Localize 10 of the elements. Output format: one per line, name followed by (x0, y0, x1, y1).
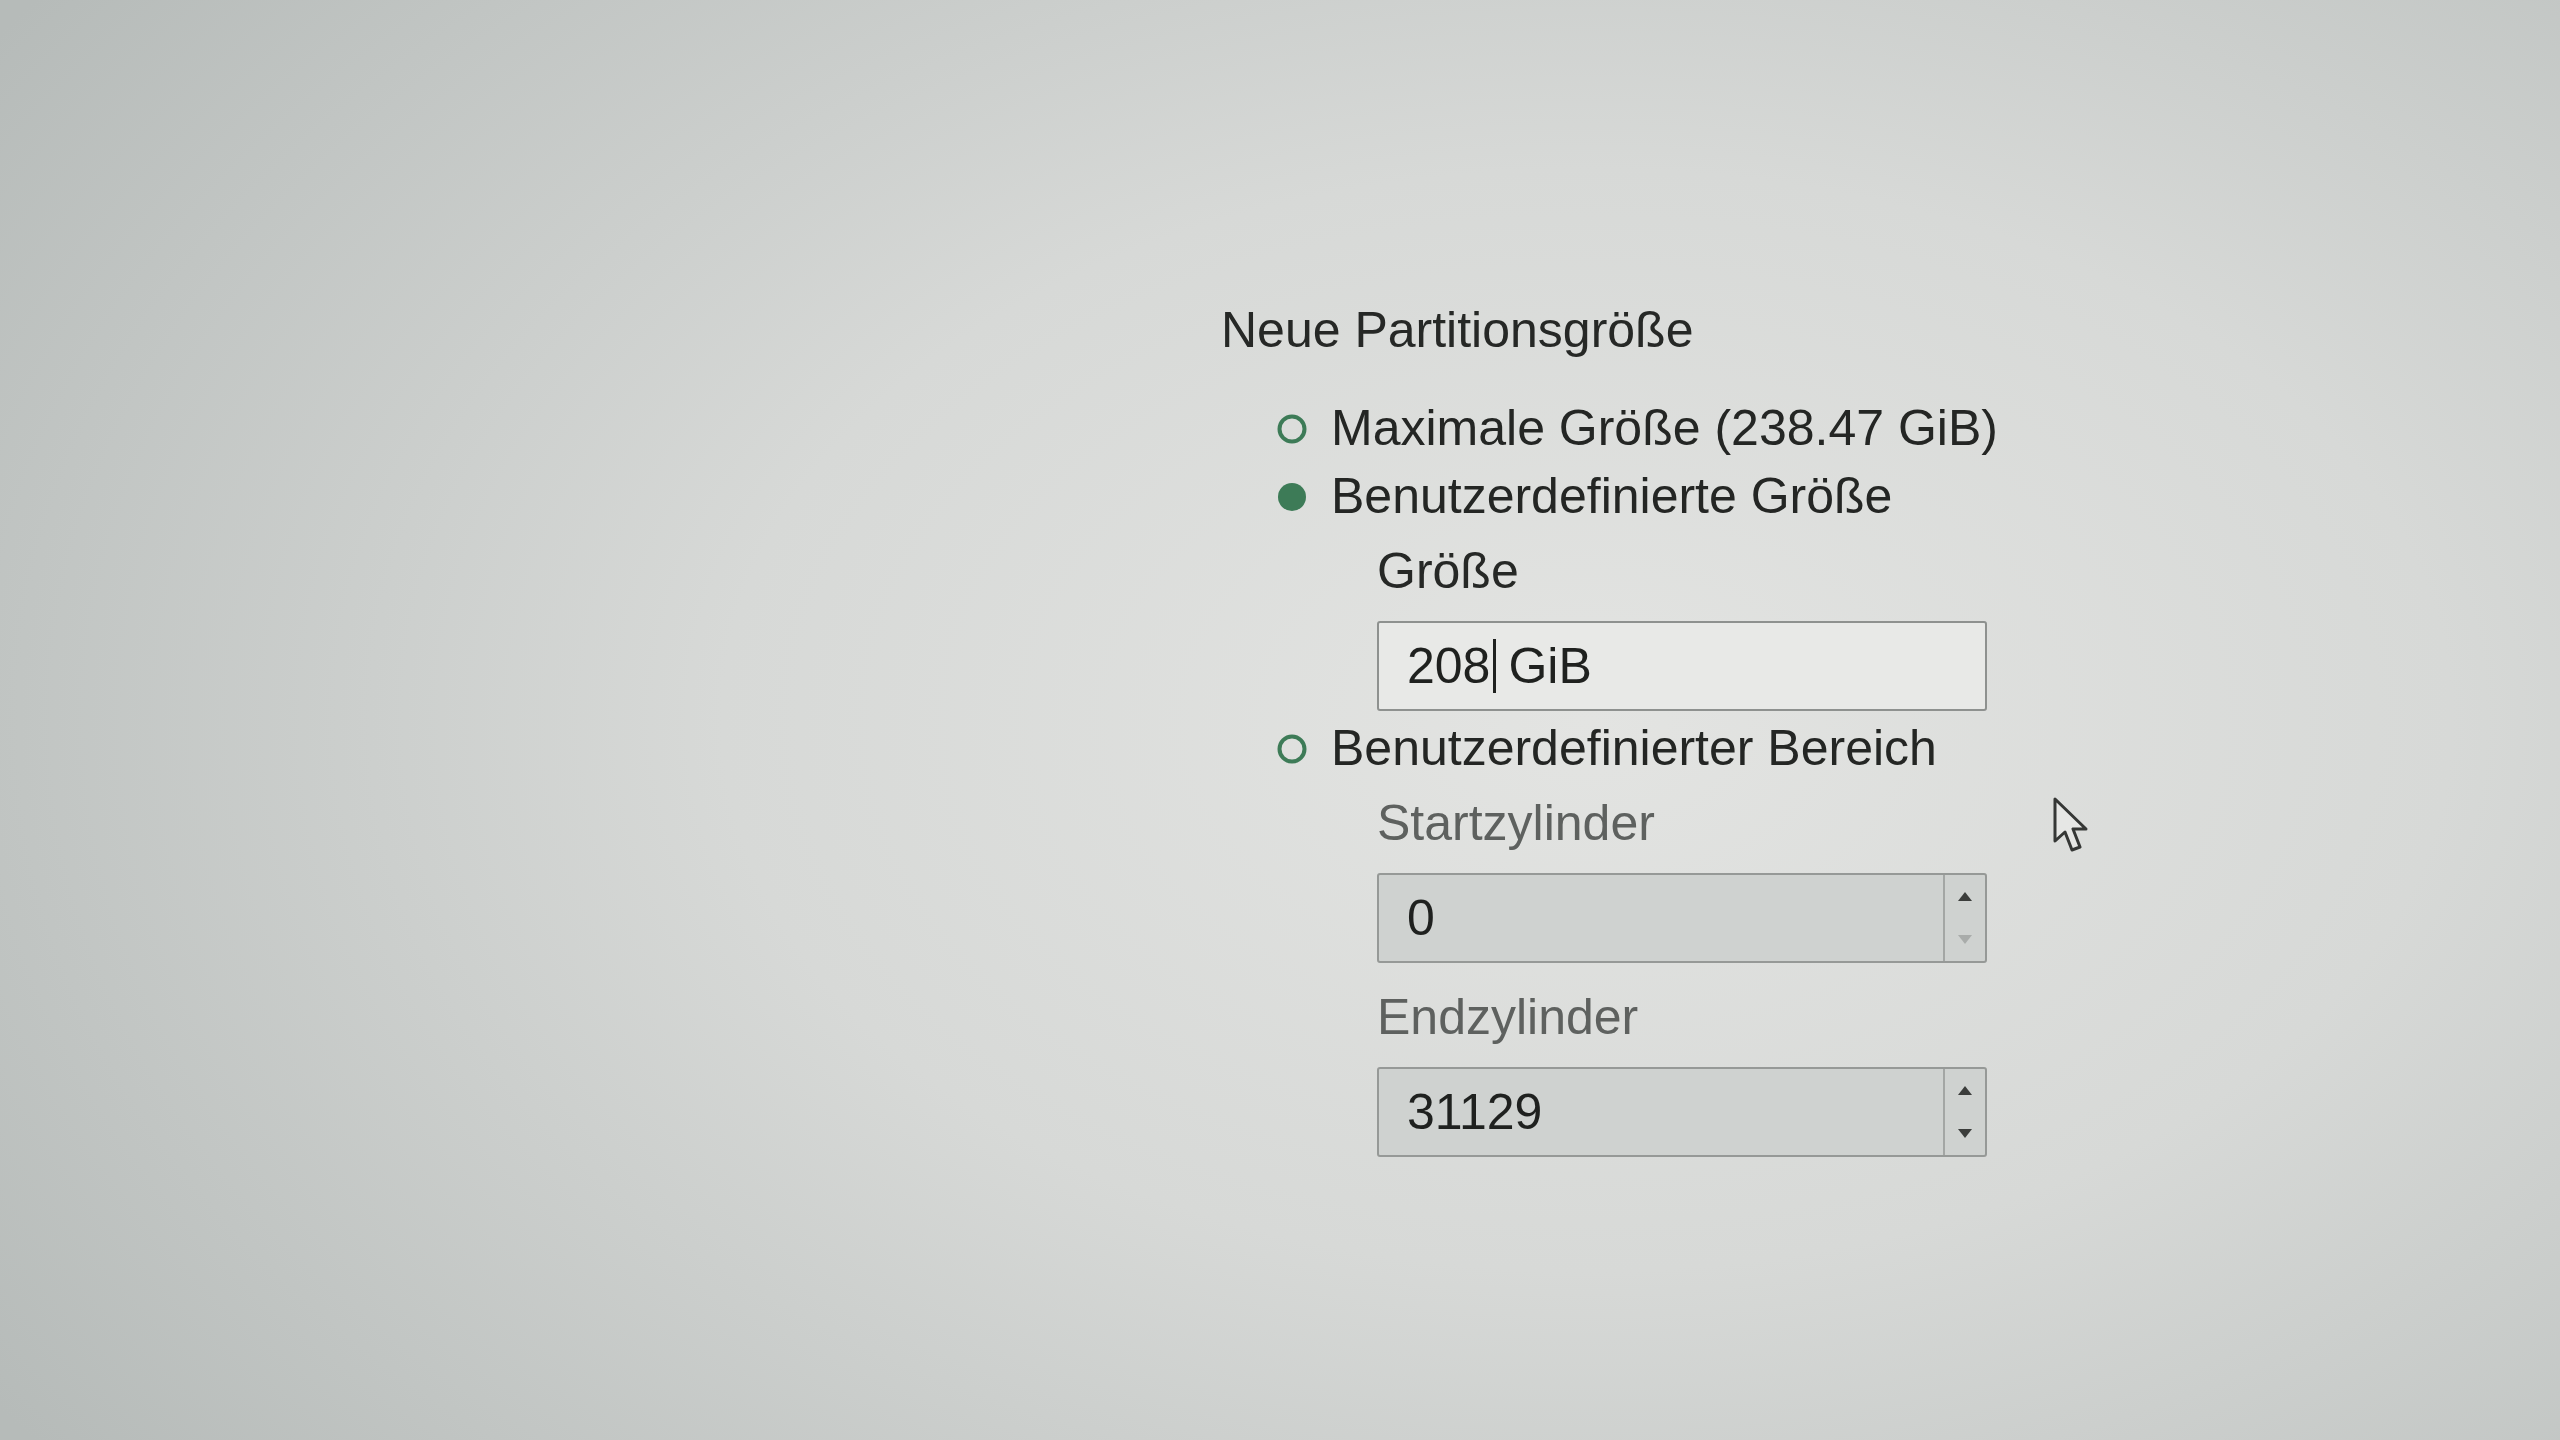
field-label: Endzylinder (1377, 988, 1639, 1047)
field-label: Startzylinder (1377, 794, 1655, 853)
radio-option[interactable]: Maximale Größe (238.47 GiB) (1277, 398, 1998, 459)
text-caret-icon (1493, 639, 1497, 693)
radio-option[interactable]: Benutzerdefinierte Größe (1277, 466, 1893, 527)
mouse-pointer-icon (2053, 797, 2089, 853)
radio-option[interactable]: Benutzerdefinierter Bereich (1277, 718, 1937, 779)
section-heading: Neue Partitionsgröße (1221, 301, 1694, 360)
text-input-field[interactable]: 208 GiB (1377, 621, 1987, 711)
field-label: Größe (1377, 542, 1519, 601)
